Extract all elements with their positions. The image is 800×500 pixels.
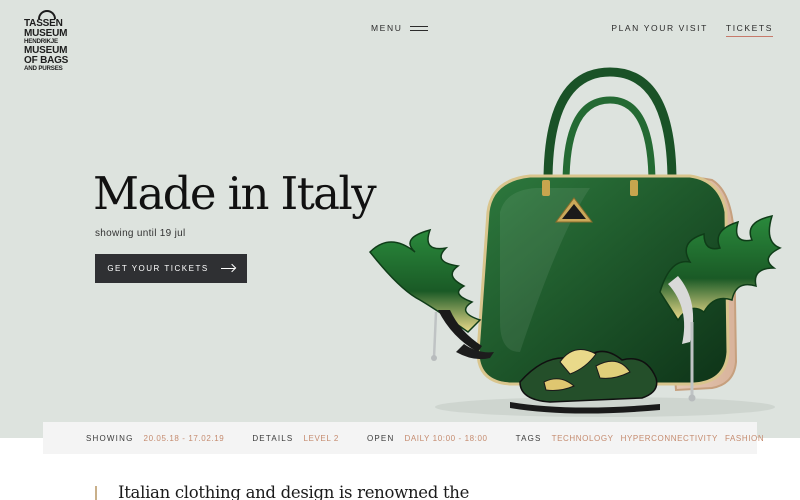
- hamburger-icon: [410, 25, 429, 31]
- get-tickets-label: GET YOUR TICKETS: [107, 264, 209, 273]
- tag-technology[interactable]: TECHNOLOGY: [552, 434, 614, 443]
- open-value: DAILY 10:00 - 18:00: [404, 433, 488, 443]
- showing-value: 20.05.18 - 17.02.19: [143, 433, 225, 443]
- details-label: DETAILS: [252, 433, 294, 443]
- museum-logo[interactable]: TASSEN MUSEUM HENDRIKJE MUSEUM OF BAGS A…: [24, 10, 76, 73]
- plan-visit-link[interactable]: PLAN YOUR VISIT: [611, 23, 708, 37]
- arrow-right-icon: [220, 268, 235, 269]
- logo-line-5: OF BAGS: [24, 54, 69, 66]
- intro-paragraph: Italian clothing and design is renowned …: [118, 483, 470, 500]
- showing-label: SHOWING: [86, 433, 134, 443]
- open-label: OPEN: [366, 433, 395, 443]
- details-value[interactable]: LEVEL 2: [303, 434, 338, 443]
- open-info: OPEN DAILY 10:00 - 18:00: [367, 434, 488, 443]
- exhibition-info-bar: SHOWING 20.05.18 - 17.02.19 DETAILS LEVE…: [43, 422, 764, 454]
- tags-info: TAGS TECHNOLOGY HYPERCONNECTIVITY FASHIO…: [516, 434, 765, 443]
- intro-accent-bar: [95, 486, 97, 500]
- tag-fashion[interactable]: FASHION: [725, 434, 764, 443]
- tags-label: TAGS: [515, 433, 542, 443]
- menu-label: MENU: [371, 23, 403, 33]
- details-info: DETAILS LEVEL 2: [252, 434, 339, 443]
- logo-line-2: MUSEUM: [24, 27, 68, 39]
- handbag-and-shoes-image: [368, 67, 782, 417]
- menu-button[interactable]: MENU: [371, 23, 429, 33]
- logo-line-6: AND PURSES: [24, 65, 63, 72]
- tickets-link[interactable]: TICKETS: [725, 23, 773, 37]
- top-navigation: PLAN YOUR VISIT TICKETS: [611, 23, 773, 37]
- get-tickets-button[interactable]: GET YOUR TICKETS: [95, 254, 247, 283]
- showing-info: SHOWING 20.05.18 - 17.02.19: [86, 434, 224, 443]
- tag-list: TECHNOLOGY HYPERCONNECTIVITY FASHION: [552, 434, 765, 443]
- hero-section: TASSEN MUSEUM HENDRIKJE MUSEUM OF BAGS A…: [0, 0, 800, 438]
- exhibition-title: Made in Italy: [93, 167, 377, 220]
- exhibition-subtitle: showing until 19 jul: [95, 228, 186, 239]
- tag-hyperconnectivity[interactable]: HYPERCONNECTIVITY: [621, 434, 718, 443]
